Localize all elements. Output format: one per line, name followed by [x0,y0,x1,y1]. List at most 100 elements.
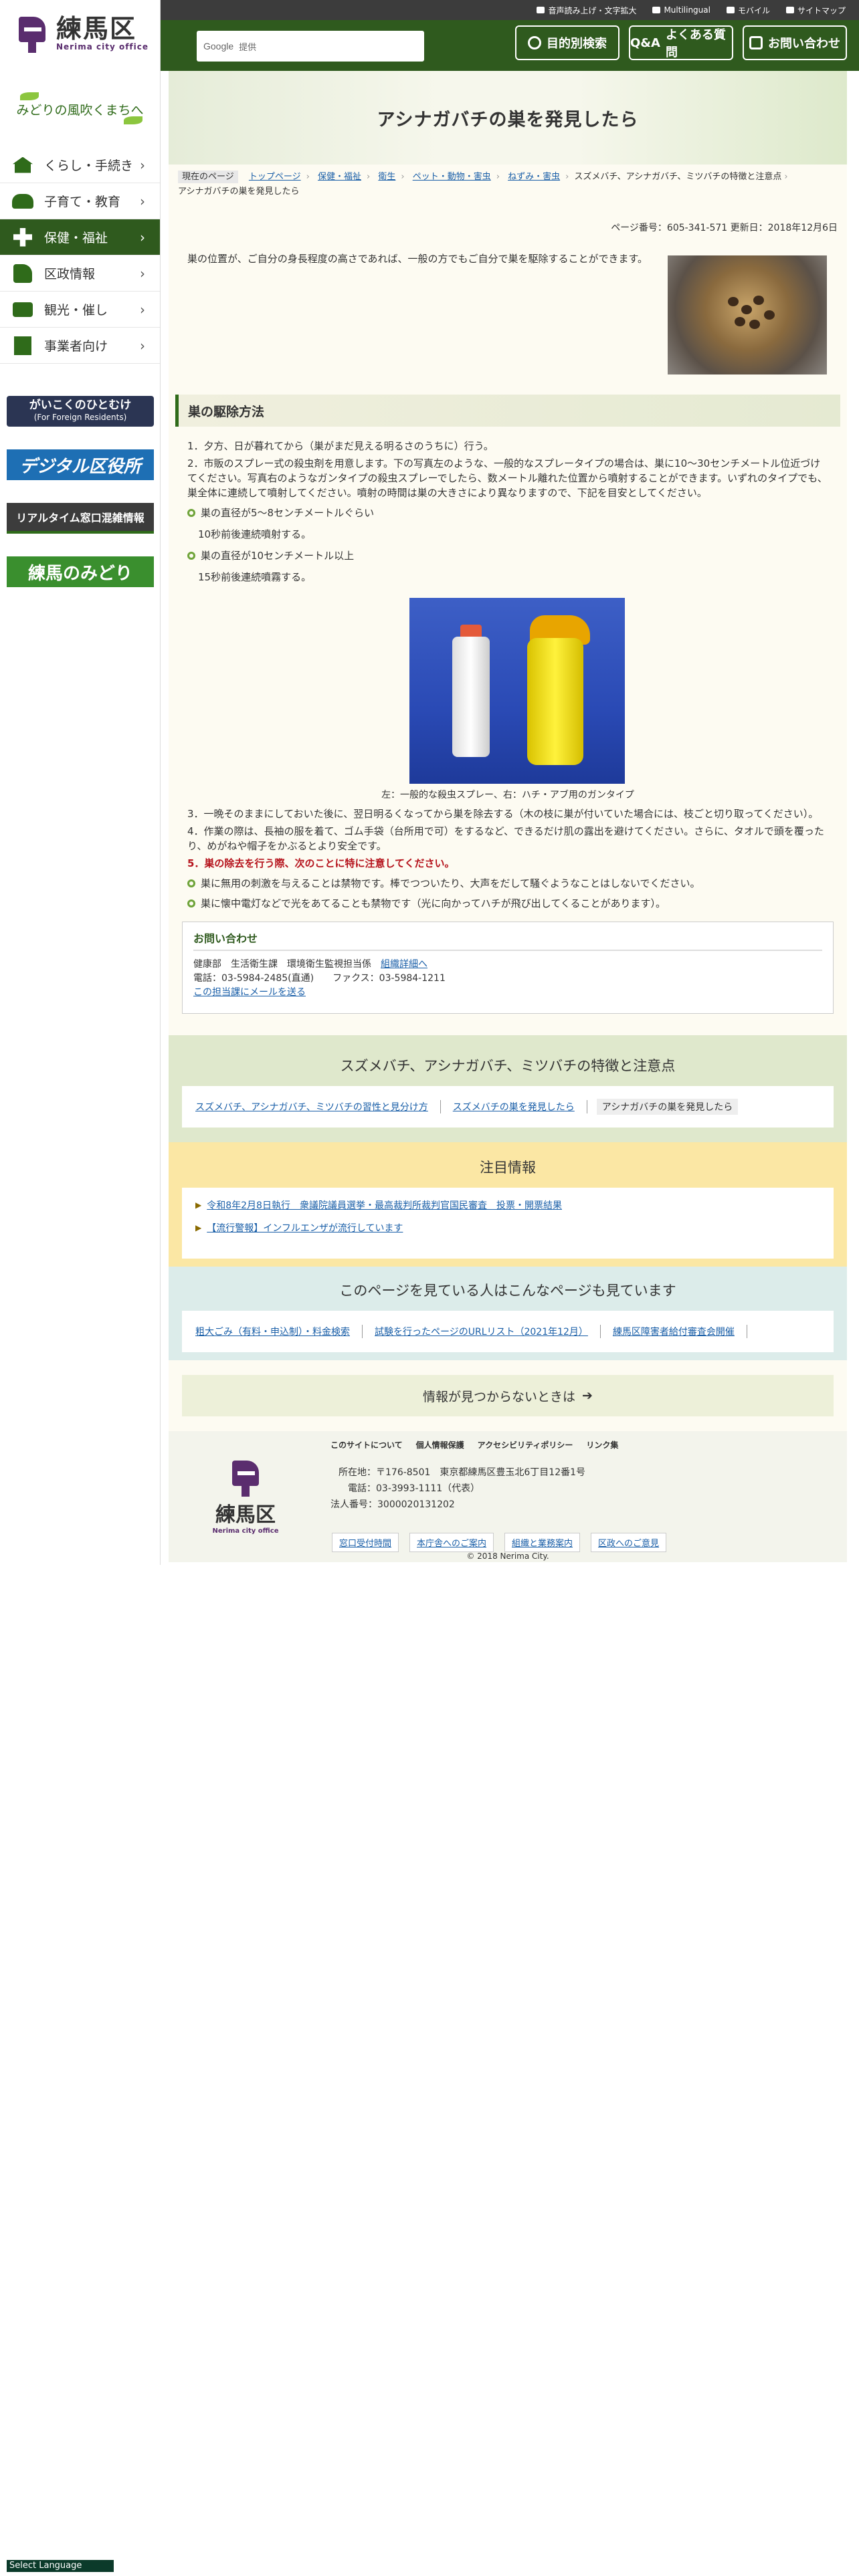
child-icon [7,189,39,213]
also-viewed-link[interactable]: 試験を行ったページのURLリスト（2021年12月） [363,1325,601,1338]
sidebar: 練馬区 Nerima city office みどりの風吹くまちへ くらし・手続… [0,0,161,1565]
link-sitemap[interactable]: サイトマップ [785,5,846,16]
related-links: スズメバチ、アシナガバチ、ミツバチの習性と見分け方 スズメバチの巣を発見したら … [182,1086,834,1128]
breadcrumb-here-label: 現在のページ [178,171,238,183]
chevron-right-icon: › [140,229,145,245]
notice-link[interactable]: 令和8年2月8日執行 衆議院議員選挙・最高裁判所裁判官国民審査 投票・開票結果 [207,1198,562,1212]
step-4: 4．作業の際は、長袖の服を着て、ゴム手袋（台所用で可）をするなど、できるだけ肌の… [187,825,824,852]
intro-text: 巣の位置が、ご自分の身長程度の高さであれば、一般の方でもご自分で巣を駆除すること… [187,253,648,265]
phone: 電話：03-3993-1111（代表） [348,1483,480,1494]
page-number: ページ番号：605-341-571 [611,223,728,233]
footer-button[interactable]: 区政へのご意見 [591,1533,667,1552]
circle-bullet-icon [187,509,195,517]
banner-foreign-residents[interactable]: がいこくのひとむけ (For Foreign Residents) [7,396,154,427]
notice-list: ▶ 令和8年2月8日執行 衆議院議員選挙・最高裁判所裁判官国民審査 投票・開票結果… [182,1188,834,1259]
chevron-right-icon: › [140,156,145,173]
leaf-icon [124,116,142,124]
select-language-dropdown[interactable]: Select Language [7,2560,114,2572]
title-area: アシナガバチの巣を発見したら [169,71,847,165]
org-detail-link[interactable]: 組織詳細へ [381,959,427,970]
bullet-item: 巣の直径が10センチメートル以上 [187,548,830,563]
spray-photo-caption: 左：一般的な殺虫スプレー、右：ハチ・アブ用のガンタイプ [381,790,634,800]
also-viewed-link[interactable]: 粗大ごみ（有料・申込制）・料金検索 [195,1325,363,1338]
footer-logo-jp: 練馬区 [215,1503,276,1527]
notice-link[interactable]: 【流行警報】インフルエンザが流行しています [207,1221,403,1235]
related-link[interactable]: スズメバチの巣を発見したら [441,1100,587,1113]
chevron-right-icon: › [140,265,145,282]
not-found-label: 情報が見つからないときは [423,1389,576,1404]
nerima-logo-mark [15,13,50,54]
contact-button[interactable]: お問い合わせ [743,25,847,60]
arrow-right-icon: ➔ [582,1388,593,1403]
banner-digital-office[interactable]: デジタル区役所 [7,449,154,480]
footer-button[interactable]: 窓口受付時間 [332,1533,399,1552]
also-viewed-link[interactable]: 練馬区障害者給付審査会開催 [601,1325,747,1338]
footer-button[interactable]: 本庁舎へのご案内 [409,1533,494,1552]
not-found-button[interactable]: 情報が見つからないときは ➔ [182,1375,834,1416]
nav-item-tourism[interactable]: 観光・催し › [0,292,160,328]
link-multilingual[interactable]: Multilingual [652,5,710,15]
site-search-input[interactable]: Google 提供 [197,31,424,62]
sitemap-icon [785,7,794,13]
utility-bar: 音声読み上げ・文字拡大 Multilingual モバイル サイトマップ [161,0,859,20]
chevron-right-icon: › [140,301,145,318]
step-3: 3．一晩そのままにしておいた後に、翌日明るくなってから巣を除去する（木の枝に巣が… [187,808,819,820]
also-viewed-title: このページを見ている人はこんなページも見ています [339,1283,676,1299]
arrow-right-icon: ▶ [195,1223,202,1232]
logo-text-jp: 練馬区 [56,14,137,43]
faq-button[interactable]: Q&A よくある質問 [629,25,733,60]
breadcrumb-link[interactable]: 保健・福祉 [318,172,361,182]
link-label: 音声読み上げ・文字拡大 [548,5,637,15]
globe-icon [652,7,661,13]
link-voice-reader[interactable]: 音声読み上げ・文字拡大 [537,5,636,16]
nav-item-label: 観光・催し [44,303,108,318]
step-5-warning: 5．巣の除去を行う際、次のことに特に注意してください。 [187,857,455,869]
breadcrumb-link[interactable]: 衛生 [378,172,395,182]
footer-address: 所在地：〒176-8501 東京都練馬区豊玉北6丁目12番1号 電話：03-39… [330,1465,585,1513]
footer-link[interactable]: このサイトについて [330,1439,403,1451]
footer-buttons: 窓口受付時間 本庁舎へのご案内 組織と業務案内 区政へのご意見 [332,1533,667,1552]
breadcrumb-parent[interactable]: スズメバチ、アシナガバチ、ミツバチの特徴と注意点 [574,172,781,182]
logo-text-en: Nerima city office [56,42,149,51]
footer-link[interactable]: リンク集 [586,1439,618,1451]
breadcrumb-link[interactable]: ねずみ・害虫 [508,172,560,182]
nav-item-city-info[interactable]: 区政情報 › [0,255,160,292]
circle-bullet-icon [187,879,195,887]
address: 所在地：〒176-8501 東京都練馬区豊玉北6丁目12番1号 [339,1467,586,1478]
warning-item: 巣に懐中電灯などで光をあてることも禁物です（光に向かってハチが飛び出してくること… [187,896,830,911]
chevron-right-icon: › [140,337,145,354]
tagline-text: みどりの風吹くまちへ [16,102,144,118]
nav-item-living[interactable]: くらし・手続き › [0,147,160,183]
link-mobile[interactable]: モバイル [726,5,770,16]
copyright: © 2018 Nerima City. [466,1551,549,1561]
breadcrumb-link[interactable]: トップページ [249,172,301,182]
search-by-purpose-button[interactable]: 目的別検索 [515,25,619,60]
wasp-nest-photo [668,255,827,374]
search-placeholder: 提供 [239,42,257,53]
bullet-item: 巣の直径が5～8センチメートルぐらい [187,506,830,520]
footer-logo[interactable]: 練馬区 Nerima city office [209,1457,282,1535]
leaf-icon [20,92,39,100]
main-content: アシナガバチの巣を発見したら 現在のページ トップページ › 保健・福祉 › 衛生 ›… [169,71,847,1562]
nav-item-childcare[interactable]: 子育て・教育 › [0,183,160,219]
footer-logo-en: Nerima city office [212,1527,279,1535]
breadcrumb-link[interactable]: ペット・動物・害虫 [413,172,491,182]
bullet-sub: 10秒前後連続噴射する。 [198,528,312,540]
health-icon [7,225,39,249]
footer-button[interactable]: 組織と業務案内 [504,1533,581,1552]
footer-link[interactable]: 個人情報保護 [416,1439,464,1451]
header: Google 提供 目的別検索 Q&A よくある質問 お問い合わせ [161,20,859,71]
related-link[interactable]: スズメバチ、アシナガバチ、ミツバチの習性と見分け方 [195,1100,441,1113]
email-dept-link[interactable]: この担当課にメールを送る [193,987,306,998]
banner-nerima-midori[interactable]: 練馬のみどり [7,556,154,587]
city-icon [7,261,39,286]
tagline: みどりの風吹くまちへ [0,79,160,139]
related-pages-section: スズメバチ、アシナガバチ、ミツバチの特徴と注意点 スズメバチ、アシナガバチ、ミツ… [169,1035,847,1142]
footer-link[interactable]: アクセシビリティポリシー [478,1439,573,1451]
building-icon [7,334,39,358]
warning-text: 巣に懐中電灯などで光をあてることも禁物です（光に向かってハチが飛び出してくること… [201,897,666,909]
nav-item-business[interactable]: 事業者向け › [0,328,160,364]
site-logo[interactable]: 練馬区 Nerima city office [0,0,160,67]
banner-realtime-congestion[interactable]: リアルタイム窓口混雑情報 [7,503,154,534]
nav-item-health-welfare[interactable]: 保健・福祉 › [0,219,160,255]
